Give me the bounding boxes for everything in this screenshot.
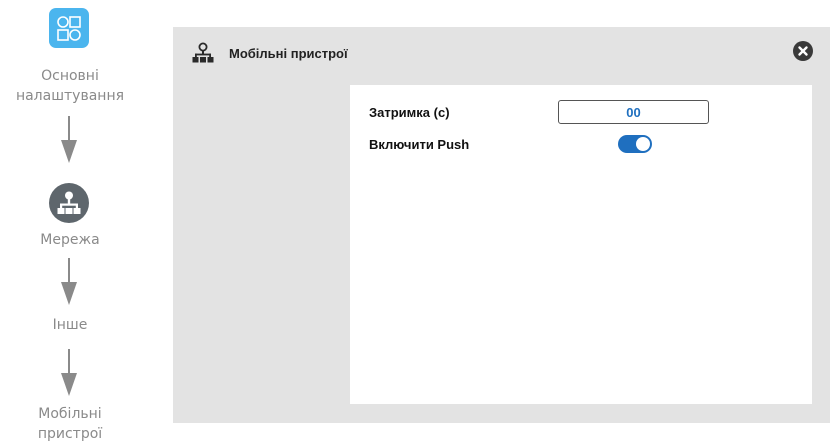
network-icon[interactable]: [49, 183, 89, 223]
panel-title: Мобільні пристрої: [229, 46, 348, 61]
arrow-down-icon: [61, 349, 77, 396]
step-mobile-devices[interactable]: Мобільні пристрої: [0, 404, 140, 444]
settings-card: Затримка (с) Включити Push: [350, 85, 812, 404]
mobile-devices-panel: Мобільні пристрої Затримка (с) Включити …: [173, 27, 830, 423]
push-toggle[interactable]: [618, 135, 652, 153]
step-network[interactable]: Мережа: [0, 230, 140, 250]
step-label-line: пристрої: [37, 426, 103, 442]
toggle-knob: [636, 137, 650, 151]
step-label-line: Інше: [52, 317, 88, 333]
arrow-down-icon: [61, 258, 77, 305]
step-other[interactable]: Інше: [0, 315, 140, 335]
close-icon: [798, 46, 808, 56]
step-basic-settings[interactable]: Основні налаштування: [0, 66, 140, 106]
step-label-line: Мережа: [40, 232, 100, 248]
push-label: Включити Push: [369, 137, 470, 152]
step-label-line: Основні: [41, 68, 99, 84]
delay-label: Затримка (с): [369, 105, 450, 120]
step-label-line: налаштування: [15, 88, 125, 104]
delay-input[interactable]: [558, 100, 709, 124]
step-label-line: Мобільні: [38, 406, 102, 422]
apps-icon[interactable]: [49, 8, 89, 48]
network-icon: [192, 42, 214, 63]
arrow-down-icon: [61, 116, 77, 163]
close-button[interactable]: [793, 41, 813, 61]
